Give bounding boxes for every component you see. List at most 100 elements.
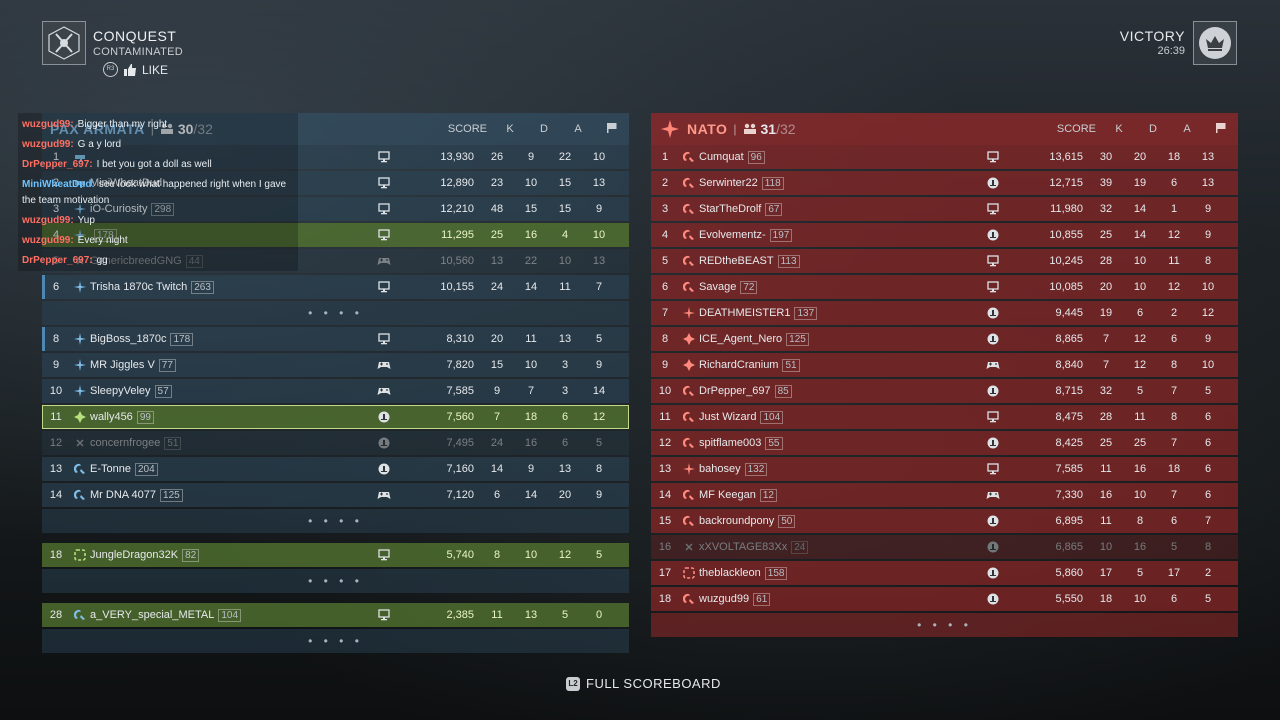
player-kills: 8: [493, 549, 501, 561]
player-deaths: 11: [1134, 411, 1146, 423]
player-row[interactable]: 13 bahosey 132 7,585 11 16 18 6: [651, 457, 1238, 481]
assists-column-header[interactable]: A: [561, 123, 595, 135]
chat-author: wuzgud99:: [22, 215, 74, 226]
player-flags: 5: [1204, 593, 1212, 605]
playstation-platform-icon: [987, 307, 999, 319]
player-row[interactable]: 7 DEATHMEISTER1 137 9,445 19 6 2 12: [651, 301, 1238, 325]
match-time: 26:39: [1157, 45, 1185, 57]
player-name-cell: Just Wizard 104: [699, 410, 975, 424]
collapsed-rows-indicator[interactable]: • • • •: [651, 613, 1238, 637]
player-score: 10,560: [440, 255, 474, 267]
support-class-icon: [683, 177, 694, 188]
support-class-icon: [74, 489, 85, 500]
player-kills: 48: [490, 203, 504, 215]
player-row[interactable]: 8 ICE_Agent_Nero 125 8,865 7 12 6 9: [651, 327, 1238, 351]
player-assists: 15: [558, 177, 572, 189]
player-row[interactable]: 17 theblackleon 158 5,860 17 5 17 2: [651, 561, 1238, 585]
player-row[interactable]: 9 RichardCranium 51 8,840 7 12 8 10: [651, 353, 1238, 377]
player-row[interactable]: 11 Just Wizard 104 8,475 28 11 8 6: [651, 405, 1238, 429]
player-score: 7,495: [446, 437, 474, 449]
player-deaths: 6: [1136, 307, 1144, 319]
player-flags: 13: [1201, 177, 1215, 189]
playstation-platform-icon: [987, 177, 999, 189]
player-score: 8,840: [1055, 359, 1083, 371]
player-row[interactable]: 14 MF Keegan 12 7,330 16 10 7 6: [651, 483, 1238, 507]
player-row[interactable]: 11 wally456 99 7,560 7 18 6 12: [42, 405, 629, 429]
player-row[interactable]: 12 spitflame003 55 8,425 25 25 7 6: [651, 431, 1238, 455]
player-row[interactable]: 10 SleepyVeley 57 7,585 9 7 3 14: [42, 379, 629, 403]
player-row[interactable]: 4 Evolvementz- 197 10,855 25 14 12 9: [651, 223, 1238, 247]
player-name: Mr DNA 4077: [90, 489, 157, 501]
player-flags: 8: [1204, 541, 1212, 553]
class-icon-cell: [679, 359, 699, 371]
kills-column-header[interactable]: K: [493, 123, 527, 135]
collapsed-rows-indicator[interactable]: • • • •: [42, 629, 629, 653]
player-flags: 0: [595, 609, 603, 621]
pc-platform-icon: [378, 229, 390, 241]
platform-cell: [366, 609, 402, 621]
player-flags: 9: [595, 203, 603, 215]
deaths-column-header[interactable]: D: [527, 123, 561, 135]
collapsed-rows-indicator[interactable]: • • • •: [42, 509, 629, 533]
enemy-team-name: NATO: [687, 121, 728, 137]
player-name: concernfrogee: [90, 437, 161, 449]
player-row[interactable]: 12 concernfrogee 51 7,495 24 16 6 5: [42, 431, 629, 455]
platform-cell: [975, 567, 1011, 579]
player-row[interactable]: 6 Trisha 1870c Twitch 263 10,155 24 14 11 7: [42, 275, 629, 299]
nato-faction-icon: [661, 120, 679, 138]
support-class-icon: [683, 255, 694, 266]
player-kills: 7: [1102, 359, 1110, 371]
enemy-team-panel: NATO | 31 /32 SCORE K D A 1 Cumquat 96 13,6…: [651, 113, 1238, 639]
player-kills: 7: [493, 411, 501, 423]
score-column-header[interactable]: SCORE: [1024, 123, 1102, 135]
engineer-class-icon: [74, 411, 86, 423]
platform-cell: [975, 229, 1011, 241]
player-row[interactable]: 8 BigBoss_1870c 178 8,310 20 11 13 5: [42, 327, 629, 351]
player-row[interactable]: 28 a_VERY_special_METAL 104 2,385 11 13 5 0: [42, 603, 629, 627]
score-column-header[interactable]: SCORE: [415, 123, 493, 135]
pc-platform-icon: [987, 281, 999, 293]
player-row[interactable]: 9 MR Jiggles V 77 7,820 15 10 3 9: [42, 353, 629, 377]
full-scoreboard-button[interactable]: L2 FULL SCOREBOARD: [566, 676, 721, 691]
player-assists: 12: [558, 549, 572, 561]
player-name-cell: BigBoss_1870c 178: [90, 332, 366, 346]
collapsed-rows-indicator[interactable]: • • • •: [42, 569, 629, 593]
player-row[interactable]: 16 xXVOLTAGE83Xx 24 6,865 10 16 5 8: [651, 535, 1238, 559]
player-row[interactable]: 14 Mr DNA 4077 125 7,120 6 14 20 9: [42, 483, 629, 507]
player-score: 8,865: [1055, 333, 1083, 345]
player-row[interactable]: 1 Cumquat 96 13,615 30 20 18 13: [651, 145, 1238, 169]
controller-platform-icon: [986, 362, 1000, 369]
player-kills: 11: [1100, 463, 1112, 475]
player-row[interactable]: 10 DrPepper_697 85 8,715 32 5 7 5: [651, 379, 1238, 403]
player-row[interactable]: 6 Savage 72 10,085 20 10 12 10: [651, 275, 1238, 299]
player-row[interactable]: 2 Serwinter22 118 12,715 39 19 6 13: [651, 171, 1238, 195]
player-kills: 32: [1099, 203, 1113, 215]
player-row[interactable]: 5 REDtheBEAST 113 10,245 28 10 11 8: [651, 249, 1238, 273]
flag-column-header[interactable]: [595, 122, 629, 136]
player-rank: 10: [49, 385, 63, 397]
player-kills: 23: [490, 177, 504, 189]
class-icon-cell: [679, 567, 699, 579]
player-name: theblackleon: [699, 567, 761, 579]
kills-column-header[interactable]: K: [1102, 123, 1136, 135]
deaths-column-header[interactable]: D: [1136, 123, 1170, 135]
player-row[interactable]: 3 StarTheDrolf 67 11,980 32 14 1 9: [651, 197, 1238, 221]
platform-cell: [975, 437, 1011, 449]
player-row[interactable]: 18 wuzgud99 61 5,550 18 10 6 5: [651, 587, 1238, 611]
flag-column-header[interactable]: [1204, 122, 1238, 136]
collapsed-rows-indicator[interactable]: • • • •: [42, 301, 629, 325]
class-icon-cell: [70, 463, 90, 475]
player-score: 6,865: [1055, 541, 1083, 553]
player-deaths: 16: [524, 437, 538, 449]
player-name-cell: RichardCranium 51: [699, 358, 975, 372]
player-kills: 14: [490, 463, 504, 475]
player-kills: 25: [1099, 229, 1113, 241]
player-row[interactable]: 15 backroundpony 50 6,895 11 8 6 7: [651, 509, 1238, 533]
assists-column-header[interactable]: A: [1170, 123, 1204, 135]
player-row[interactable]: 13 E-Tonne 204 7,160 14 9 13 8: [42, 457, 629, 481]
player-name: backroundpony: [699, 515, 775, 527]
player-deaths: 18: [524, 411, 538, 423]
player-score: 8,425: [1055, 437, 1083, 449]
player-row[interactable]: 18 JungleDragon32K 82 5,740 8 10 12 5: [42, 543, 629, 567]
like-button[interactable]: R3 LIKE: [103, 62, 168, 77]
